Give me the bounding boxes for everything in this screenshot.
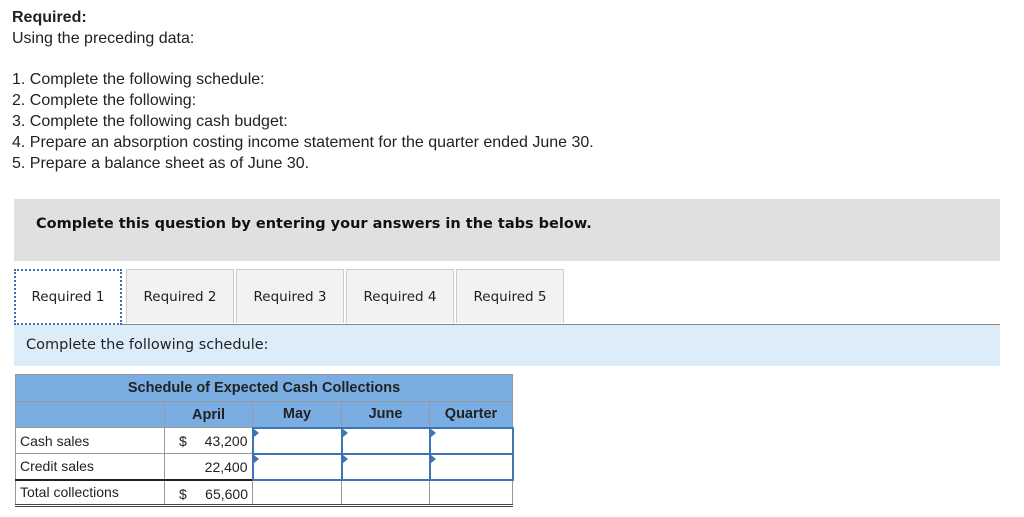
input-flag-icon (430, 428, 436, 437)
required-item: 5. Prepare a balance sheet as of June 30… (12, 154, 310, 172)
quarter-cash-sales-field[interactable] (430, 428, 512, 453)
quarter-cash-sales-input[interactable] (428, 426, 514, 455)
tab-bar: Required 1 Required 2 Required 3 Require… (14, 269, 1000, 325)
input-flag-icon (253, 428, 259, 437)
quarter-credit-sales-field[interactable] (430, 454, 512, 479)
june-credit-sales-field[interactable] (342, 454, 429, 479)
april-total: $65,600 (164, 478, 253, 507)
input-flag-icon (430, 454, 436, 463)
may-credit-sales-field[interactable] (253, 454, 341, 479)
cash-collections-schedule: Schedule of Expected Cash Collections Ap… (15, 374, 514, 507)
header-april: April (164, 401, 253, 428)
banner-text: Complete this question by entering your … (36, 216, 592, 232)
required-section: Required: Using the preceding data: 1. C… (12, 8, 594, 174)
dollar-sign: $ (179, 485, 187, 502)
tab-required-4[interactable]: Required 4 (346, 269, 454, 323)
instruction-strip: Complete the following schedule: (14, 325, 1000, 366)
instruction-text: Complete the following schedule: (26, 337, 269, 353)
required-item: 3. Complete the following cash budget: (12, 112, 288, 130)
header-quarter: Quarter (429, 401, 513, 428)
june-cash-sales-input[interactable] (340, 426, 431, 455)
row-label: Cash sales (15, 427, 165, 454)
input-flag-icon (342, 428, 348, 437)
may-cash-sales-field[interactable] (253, 428, 341, 453)
tab-required-5[interactable]: Required 5 (456, 269, 564, 323)
table-row-cash-sales: Cash sales $43,200 (15, 426, 514, 455)
required-intro: Using the preceding data: (12, 29, 195, 47)
tab-required-3[interactable]: Required 3 (236, 269, 344, 323)
dollar-sign: $ (179, 433, 187, 449)
june-total (341, 478, 430, 507)
value: 43,200 (204, 433, 248, 449)
input-flag-icon (342, 454, 348, 463)
tab-required-2[interactable]: Required 2 (126, 269, 234, 323)
header-blank (15, 401, 165, 428)
header-june: June (341, 401, 430, 428)
schedule-title: Schedule of Expected Cash Collections (15, 374, 513, 402)
required-item: 2. Complete the following: (12, 92, 197, 110)
april-credit-sales: 22,400 (164, 453, 253, 480)
required-item: 1. Complete the following schedule: (12, 71, 265, 89)
may-total (252, 478, 342, 507)
value: 65,600 (205, 485, 248, 502)
quarter-total (429, 478, 513, 507)
required-item: 4. Prepare an absorption costing income … (12, 133, 594, 151)
instructions-banner: Complete this question by entering your … (14, 199, 1000, 261)
june-credit-sales-input[interactable] (340, 452, 431, 481)
may-credit-sales-input[interactable] (251, 452, 343, 481)
table-row-credit-sales: Credit sales 22,400 (15, 452, 514, 481)
required-heading: Required: (12, 9, 87, 26)
header-may: May (252, 401, 342, 428)
table-row-total-collections: Total collections $65,600 (15, 478, 513, 507)
row-label: Credit sales (15, 453, 165, 480)
april-cash-sales: $43,200 (164, 427, 253, 454)
input-flag-icon (253, 454, 259, 463)
june-cash-sales-field[interactable] (342, 428, 429, 453)
may-cash-sales-input[interactable] (251, 426, 343, 455)
value: 22,400 (204, 459, 248, 475)
quarter-credit-sales-input[interactable] (428, 452, 514, 481)
tab-required-1[interactable]: Required 1 (14, 269, 122, 325)
row-label: Total collections (15, 478, 165, 507)
